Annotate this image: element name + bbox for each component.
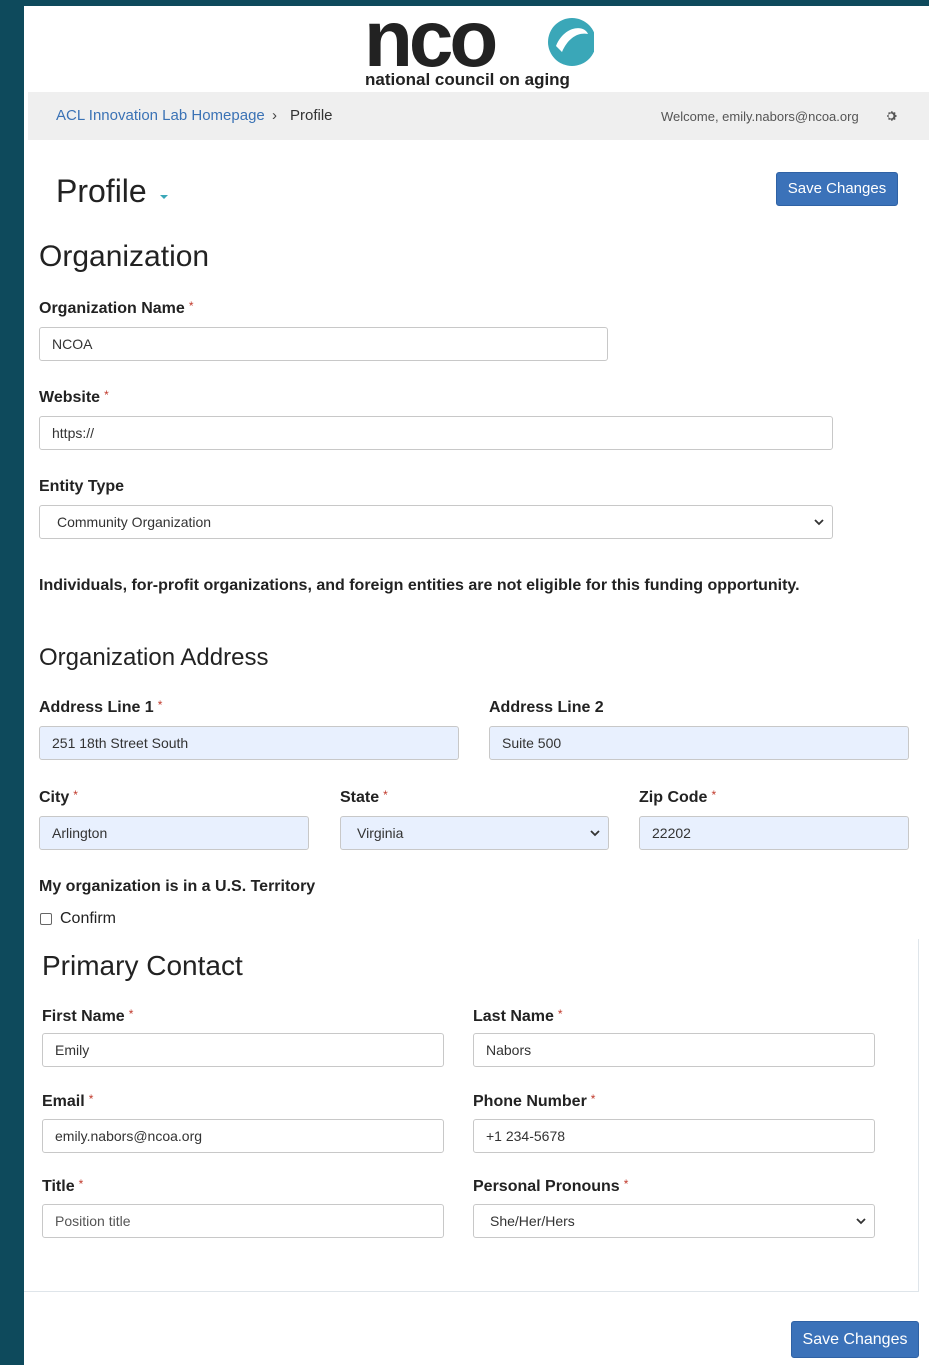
state-label: State *	[340, 788, 388, 806]
pronouns-label: Personal Pronouns *	[473, 1177, 629, 1195]
email-input[interactable]: emily.nabors@ncoa.org	[42, 1119, 444, 1153]
breadcrumb-separator: ›	[272, 107, 277, 124]
gear-icon[interactable]	[884, 109, 898, 123]
primary-contact-heading: Primary Contact	[42, 950, 243, 981]
pronouns-select[interactable]: She/Her/Hers	[473, 1204, 875, 1238]
welcome-text: Welcome, emily.nabors@ncoa.org	[661, 109, 859, 124]
territory-label: My organization is in a U.S. Territory	[39, 878, 316, 895]
save-changes-button-bottom[interactable]: Save Changes	[791, 1321, 919, 1358]
logo-tagline: national council on aging	[365, 70, 570, 89]
organization-name-label: Organization Name *	[39, 299, 194, 317]
first-name-label: First Name *	[42, 1007, 134, 1025]
page-container: nco national council on aging ACL Innova…	[24, 6, 929, 1365]
first-name-input[interactable]: Emily	[42, 1033, 444, 1067]
top-navbar: ACL Innovation Lab Homepage › Profile We…	[28, 92, 929, 140]
leaf-icon	[548, 18, 594, 66]
confirm-checkbox[interactable]	[40, 913, 52, 925]
zip-code-label: Zip Code *	[639, 788, 717, 806]
last-name-input[interactable]: Nabors	[473, 1033, 875, 1067]
caret-down-icon[interactable]	[160, 195, 168, 199]
entity-type-select[interactable]: Community Organization	[39, 505, 833, 539]
city-label: City *	[39, 788, 78, 806]
entity-type-label: Entity Type	[39, 478, 125, 495]
breadcrumb-home-link[interactable]: ACL Innovation Lab Homepage	[56, 107, 265, 124]
chevron-down-icon	[590, 830, 600, 837]
save-changes-button-top[interactable]: Save Changes	[776, 172, 898, 206]
breadcrumb-current: Profile	[290, 107, 333, 124]
confirm-label[interactable]: Confirm	[60, 910, 116, 928]
organization-heading: Organization	[39, 240, 210, 273]
address-line1-label: Address Line 1 *	[39, 698, 163, 716]
chevron-down-icon	[814, 519, 824, 526]
last-name-label: Last Name *	[473, 1007, 563, 1025]
city-input[interactable]: Arlington	[39, 816, 309, 850]
title-input[interactable]: Position title	[42, 1204, 444, 1238]
website-input[interactable]: https://	[39, 416, 833, 450]
state-select[interactable]: Virginia	[340, 816, 609, 850]
website-label: Website *	[39, 388, 109, 406]
address-line2-label: Address Line 2	[489, 699, 604, 716]
address-line1-input[interactable]: 251 18th Street South	[39, 726, 459, 760]
eligibility-note: Individuals, for-profit organizations, a…	[39, 577, 800, 594]
phone-number-input[interactable]: +1 234-5678	[473, 1119, 875, 1153]
email-label: Email *	[42, 1092, 94, 1110]
title-label: Title *	[42, 1177, 84, 1195]
page-title[interactable]: Profile	[56, 173, 147, 210]
zip-code-input[interactable]: 22202	[639, 816, 909, 850]
phone-number-label: Phone Number *	[473, 1092, 596, 1110]
organization-name-input[interactable]: NCOA	[39, 327, 608, 361]
address-line2-input[interactable]: Suite 500	[489, 726, 909, 760]
primary-contact-panel	[24, 939, 919, 1292]
chevron-down-icon	[856, 1218, 866, 1225]
address-heading: Organization Address	[39, 644, 269, 671]
